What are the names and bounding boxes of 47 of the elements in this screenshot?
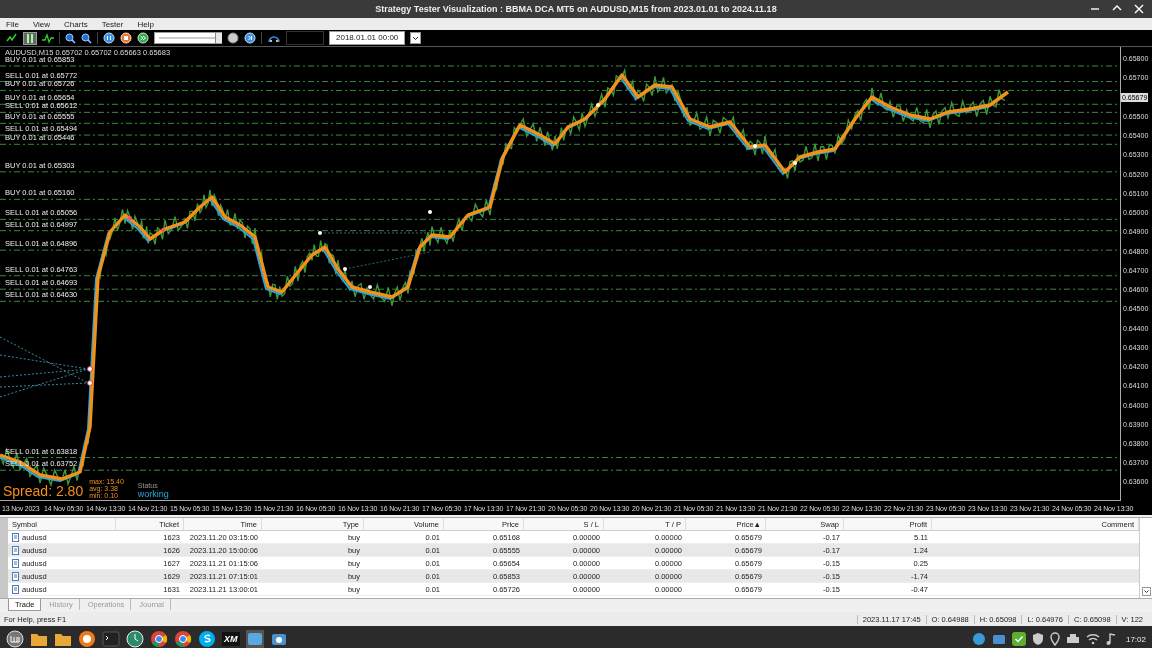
taskbar-clock[interactable]: 17:02 [1125, 634, 1146, 644]
browser-icon[interactable] [150, 630, 168, 648]
pause-button[interactable] [23, 31, 37, 45]
close-icon[interactable] [1134, 4, 1144, 14]
dropdown-caret-icon[interactable] [410, 32, 422, 44]
line-chart-icon[interactable] [42, 32, 54, 44]
folder-icon[interactable] [30, 631, 48, 647]
spread-value: Spread: 2.80 [3, 484, 84, 499]
pause-icon [26, 33, 34, 43]
record-circle-icon[interactable] [227, 32, 239, 44]
stop-circle-icon[interactable] [120, 32, 132, 44]
menu-item[interactable]: File [6, 19, 19, 29]
menu-item[interactable]: Help [137, 19, 154, 29]
start-menu-icon[interactable] [6, 630, 24, 648]
document-icon [12, 584, 19, 594]
location-pin-icon[interactable] [1049, 632, 1060, 646]
document-icon [12, 558, 19, 568]
chat-app-icon[interactable] [198, 630, 216, 648]
step-chart-icon[interactable] [6, 32, 18, 44]
scroll-down-icon[interactable] [1141, 587, 1151, 596]
speed-slider[interactable] [154, 32, 222, 44]
forward-circle-icon[interactable] [137, 32, 149, 44]
check-shield-icon[interactable] [1011, 632, 1026, 646]
clock-icon[interactable] [126, 630, 144, 648]
menu-item[interactable]: View [32, 19, 51, 29]
trading-app-icon[interactable]: XM [222, 632, 240, 646]
printer-icon[interactable] [1065, 633, 1080, 645]
window-title: Strategy Tester Visualization : BBMA DCA MT5 on AUDUSD,M15 from 2023.01.01 to 2024.11.18 [375, 4, 777, 14]
document-icon [12, 545, 19, 555]
browser-icon[interactable] [78, 630, 96, 648]
music-note-icon[interactable] [1105, 633, 1116, 645]
wifi-icon[interactable] [1085, 633, 1100, 645]
pause-circle-icon[interactable] [103, 32, 115, 44]
menu-item[interactable]: Tester [101, 19, 124, 29]
zoom-in-icon[interactable] [65, 32, 76, 44]
shield-icon[interactable] [1031, 632, 1044, 646]
app-window-icon[interactable] [245, 630, 264, 648]
menu-item[interactable]: Charts [64, 19, 88, 29]
gauge-icon[interactable] [267, 33, 281, 43]
step-circle-icon[interactable] [244, 32, 256, 44]
date-field[interactable]: 2018.01.01 00:00 [329, 31, 406, 45]
status-value: working [137, 489, 169, 499]
document-icon [12, 532, 19, 542]
zoom-out-icon[interactable] [81, 32, 92, 44]
folder-icon[interactable] [54, 631, 72, 647]
browser-icon[interactable] [174, 630, 192, 648]
document-icon [12, 571, 19, 581]
